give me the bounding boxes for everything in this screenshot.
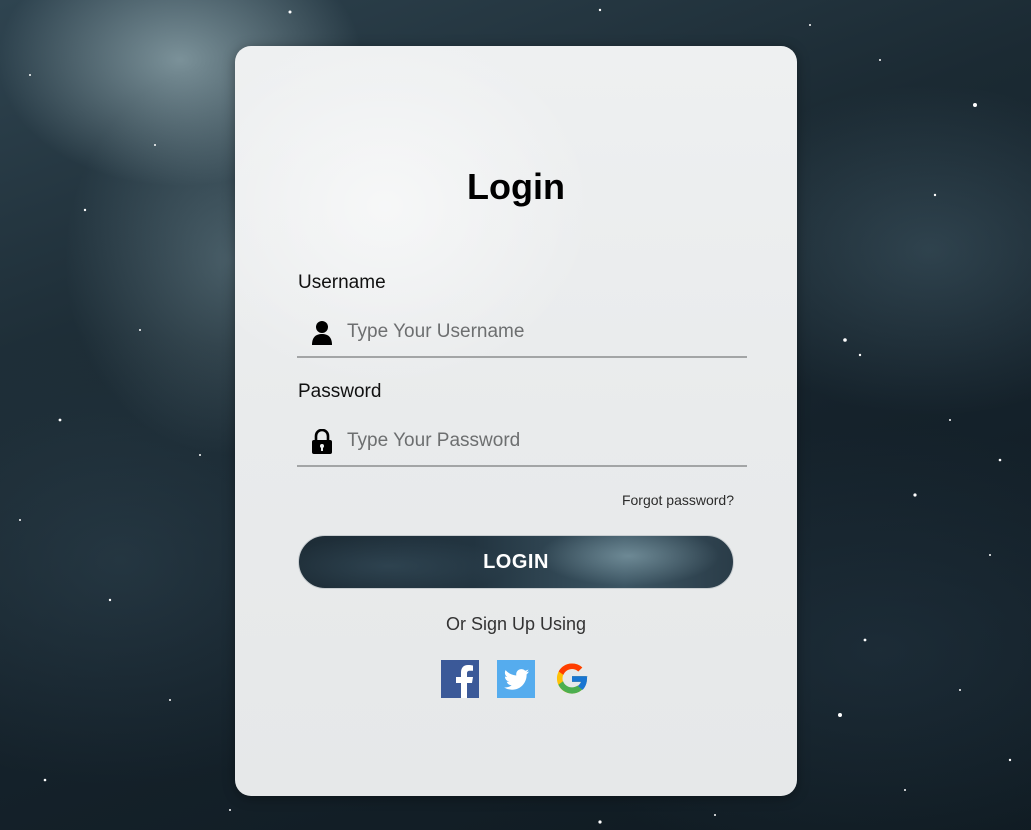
signup-prompt: Or Sign Up Using — [445, 614, 587, 634]
facebook-icon[interactable] — [441, 660, 479, 698]
page-title: Login — [467, 166, 565, 207]
password-field-row — [297, 421, 747, 467]
login-button[interactable]: LOGIN — [298, 535, 734, 589]
password-input[interactable] — [347, 425, 737, 457]
login-card: Login Username Password Forgot password?… — [235, 46, 797, 796]
google-icon[interactable] — [553, 660, 591, 698]
password-label: Password — [298, 381, 382, 402]
lock-icon — [311, 428, 333, 455]
twitter-icon[interactable] — [497, 660, 535, 698]
username-input[interactable] — [347, 316, 737, 348]
forgot-password-link[interactable]: Forgot password? — [622, 492, 734, 508]
username-label: Username — [298, 272, 386, 293]
user-icon — [311, 320, 333, 346]
username-field-row — [297, 312, 747, 358]
